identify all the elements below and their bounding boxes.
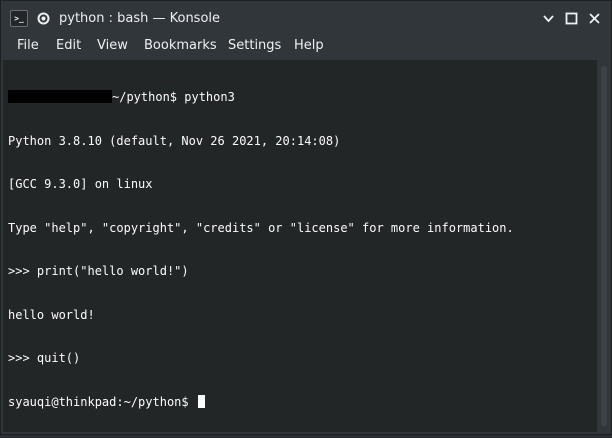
gear-pin-icon[interactable] bbox=[37, 12, 50, 25]
terminal-line: ~/python$ python3 bbox=[8, 90, 514, 105]
menu-bookmarks[interactable]: Bookmarks bbox=[144, 37, 217, 55]
menu-view[interactable]: View bbox=[97, 37, 128, 55]
menu-help[interactable]: Help bbox=[294, 37, 324, 55]
terminal-line: Type "help", "copyright", "credits" or "… bbox=[8, 220, 514, 235]
shell-prompt: syauqi@thinkpad:~/python$ bbox=[8, 394, 196, 409]
terminal-line: hello world! bbox=[8, 307, 95, 322]
menu-edit[interactable]: Edit bbox=[56, 37, 81, 55]
redacted-user-host bbox=[8, 90, 112, 103]
terminal-output[interactable]: ~/python$ python3 Python 3.8.10 (default… bbox=[3, 60, 597, 432]
title-bar[interactable]: >_ python : bash — Konsole bbox=[1, 1, 611, 36]
terminal-line: >>> quit() bbox=[8, 351, 81, 365]
terminal-line: >>> print("hello world!") bbox=[8, 264, 189, 278]
konsole-window: >_ python : bash — Konsole File Edit Vie… bbox=[0, 0, 612, 435]
menu-bar: File Edit View Bookmarks Settings Help bbox=[1, 36, 611, 58]
close-button[interactable] bbox=[587, 11, 602, 26]
terminal-line: syauqi@thinkpad:~/python$ bbox=[8, 394, 514, 410]
maximize-button[interactable] bbox=[564, 11, 579, 26]
terminal-line: [GCC 9.3.0] on linux bbox=[8, 177, 153, 191]
minimize-button[interactable] bbox=[541, 11, 556, 26]
terminal-icon[interactable]: >_ bbox=[10, 10, 28, 27]
window-title: python : bash — Konsole bbox=[59, 11, 221, 26]
menu-settings[interactable]: Settings bbox=[228, 37, 281, 55]
scrollbar-track[interactable] bbox=[601, 66, 607, 426]
menu-file[interactable]: File bbox=[17, 37, 39, 55]
vertical-scrollbar[interactable] bbox=[597, 60, 611, 432]
terminal-line: Python 3.8.10 (default, Nov 26 2021, 20:… bbox=[8, 133, 341, 148]
text-cursor bbox=[197, 394, 205, 408]
